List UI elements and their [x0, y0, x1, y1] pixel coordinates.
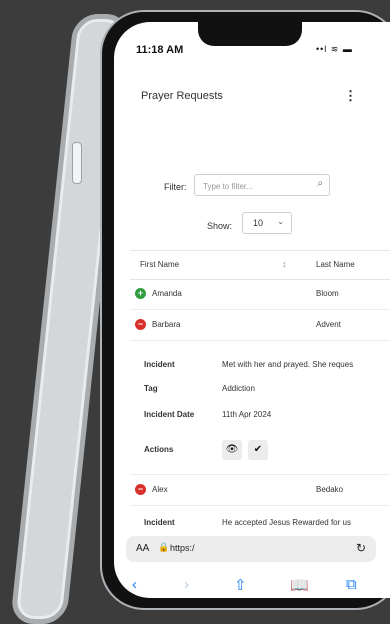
- incident-label: Incident: [144, 518, 175, 527]
- forward-icon[interactable]: ›: [184, 576, 189, 593]
- first-name-cell: Amanda: [152, 289, 182, 298]
- filter-label: Filter:: [164, 182, 187, 192]
- back-icon[interactable]: ‹: [132, 576, 137, 593]
- collapse-row-icon[interactable]: −: [135, 484, 146, 495]
- table-header: First Name ↕ Last Name: [130, 250, 390, 280]
- show-label: Show:: [207, 221, 233, 231]
- last-name-cell: Advent: [316, 320, 341, 329]
- actions-label: Actions: [144, 445, 174, 454]
- search-icon: ⌕: [317, 178, 323, 189]
- last-name-cell: Bedako: [316, 485, 344, 494]
- first-name-cell: Barbara: [152, 320, 181, 329]
- row-detail-panel: Incident Met with her and prayed. She re…: [130, 356, 390, 472]
- incident-value: Met with her and prayed. She reques: [222, 360, 354, 369]
- tabs-icon[interactable]: ⧉: [346, 576, 357, 593]
- incident-date-label: Incident Date: [144, 410, 195, 419]
- column-header-first-name[interactable]: First Name: [140, 260, 179, 269]
- page-size-value: 10: [253, 218, 264, 228]
- share-icon[interactable]: ⇧: [234, 576, 247, 594]
- phone-screen: 11:18 AM ••l ≋ ▬ Prayer Requests ⋮ Filte…: [114, 22, 390, 598]
- reader-options-button[interactable]: AA: [136, 543, 149, 554]
- filter-input[interactable]: [201, 176, 309, 196]
- url-text[interactable]: https:/: [170, 543, 195, 553]
- address-bar[interactable]: AA 🔒 https:/ ↻: [126, 536, 376, 562]
- table-row[interactable]: − Alex Bedako: [130, 474, 390, 506]
- browser-toolbar: ‹ › ⇧ 📖 ⧉: [114, 570, 390, 598]
- table-row[interactable]: − Barbara Advent: [130, 310, 390, 341]
- last-name-cell: Bloom: [316, 289, 339, 298]
- side-phone-button: [72, 142, 82, 184]
- page-title: Prayer Requests: [141, 90, 223, 102]
- column-header-last-name[interactable]: Last Name: [316, 260, 355, 269]
- notch: [198, 22, 302, 46]
- page-size-select[interactable]: 10 ⌄: [242, 212, 292, 234]
- sort-icon[interactable]: ↕: [282, 259, 287, 269]
- reload-icon[interactable]: ↻: [356, 541, 366, 555]
- filter-field[interactable]: ⌕: [194, 174, 330, 196]
- bookmarks-icon[interactable]: 📖: [290, 576, 309, 594]
- collapse-row-icon[interactable]: −: [135, 319, 146, 330]
- more-menu-icon[interactable]: ⋮: [344, 88, 357, 104]
- lock-icon: 🔒: [158, 542, 170, 552]
- table-row[interactable]: + Amanda Bloom: [130, 279, 390, 310]
- status-time: 11:18 AM: [136, 44, 184, 56]
- check-icon[interactable]: ✔: [248, 440, 268, 460]
- phone-frame: 11:18 AM ••l ≋ ▬ Prayer Requests ⋮ Filte…: [100, 10, 390, 610]
- incident-date-value: 11th Apr 2024: [222, 410, 272, 419]
- incident-value: He accepted Jesus Rewarded for us: [222, 518, 351, 527]
- incident-label: Incident: [144, 360, 175, 369]
- status-icons: ••l ≋ ▬: [316, 44, 353, 54]
- tag-label: Tag: [144, 384, 158, 393]
- expand-row-icon[interactable]: +: [135, 288, 146, 299]
- chevron-down-icon: ⌄: [277, 217, 284, 226]
- tag-value: Addiction: [222, 384, 255, 393]
- view-icon[interactable]: 👁: [222, 440, 242, 460]
- first-name-cell: Alex: [152, 485, 168, 494]
